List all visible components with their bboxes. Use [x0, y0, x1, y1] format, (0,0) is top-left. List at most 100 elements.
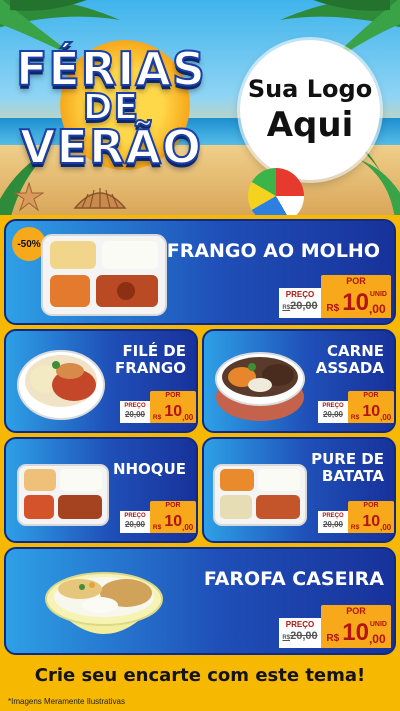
- food-tray-image: [17, 464, 109, 526]
- new-price-box: R$ 10,00 UNID: [321, 288, 391, 318]
- old-price: 20,00: [318, 521, 348, 529]
- currency: R$: [152, 413, 162, 421]
- title-line-3: VERÃO: [19, 120, 203, 174]
- old-price-value: 20,00: [290, 630, 318, 642]
- old-price: 20,00: [120, 411, 150, 419]
- hero-banner: FÉRIAS DE VERÃO Sua Logo Aqui: [0, 0, 400, 215]
- old-price-value: 20,00: [124, 520, 146, 529]
- currency: R$: [350, 413, 360, 421]
- price-cents: ,00: [380, 412, 392, 422]
- product-name: FAROFA CASEIRA: [203, 568, 384, 590]
- product-name-line-2: FRANGO: [114, 359, 186, 378]
- product-name: FILÉ DE FRANGO: [114, 342, 186, 378]
- old-price: 20,00: [120, 521, 150, 529]
- product-card-file-de-frango[interactable]: FILÉ DE FRANGO POR PREÇO 20,00 R$ 10,00: [4, 329, 198, 433]
- food-bowl-image: [45, 572, 163, 634]
- new-price-box: R$ 10,00: [348, 401, 394, 423]
- product-card-farofa-caseira[interactable]: FAROFA CASEIRA POR PREÇO R$20,00 R$ 10,00…: [4, 547, 396, 655]
- old-price-value: 20,00: [322, 520, 344, 529]
- price-integer: 10: [362, 403, 381, 420]
- old-price-value: 20,00: [322, 410, 344, 419]
- product-card-frango-ao-molho[interactable]: -50% FRANGO AO MOLHO POR PREÇO R$20,00 R…: [4, 219, 396, 325]
- price-integer: 10: [342, 619, 369, 646]
- price-integer: 10: [342, 289, 369, 316]
- product-name: FRANGO AO MOLHO: [166, 240, 380, 262]
- old-price: R$20,00: [279, 631, 321, 642]
- preco-label: PREÇO: [285, 290, 315, 299]
- old-price: R$20,00: [279, 301, 321, 312]
- product-name-line-1: CARNE: [327, 342, 384, 360]
- old-price-box: PREÇO R$20,00: [279, 288, 321, 318]
- new-price-box: R$ 10,00: [150, 511, 196, 533]
- title-line-1: FÉRIAS: [15, 42, 207, 96]
- old-price-box: PREÇO R$20,00: [279, 618, 321, 648]
- unit-label: UNID: [369, 291, 387, 298]
- preco-label: PREÇO: [124, 403, 146, 409]
- price-tag: POR PREÇO 20,00 R$ 10,00: [318, 391, 394, 425]
- currency: R$: [326, 303, 340, 315]
- old-price-value: 20,00: [124, 410, 146, 419]
- food-bowl-image: [215, 352, 305, 421]
- starfish-icon: [14, 182, 44, 212]
- old-currency: R$: [282, 635, 291, 641]
- por-label: POR: [150, 391, 196, 401]
- por-label: POR: [150, 501, 196, 511]
- old-currency: R$: [282, 305, 291, 311]
- logo-placeholder[interactable]: Sua Logo Aqui: [240, 40, 380, 180]
- por-label: POR: [321, 605, 391, 618]
- beach-ball-icon: [248, 168, 304, 215]
- por-label: POR: [348, 501, 394, 511]
- currency: R$: [152, 523, 162, 531]
- price-integer: 10: [164, 403, 183, 420]
- product-card-nhoque[interactable]: NHOQUE POR PREÇO 20,00 R$ 10,00: [4, 437, 198, 543]
- product-name: CARNE ASSADA: [315, 342, 384, 378]
- currency: R$: [350, 523, 360, 531]
- price-tag: POR PREÇO 20,00 R$ 10,00: [120, 391, 196, 425]
- new-price-box: R$ 10,00: [348, 511, 394, 533]
- old-price-box: PREÇO 20,00: [318, 401, 348, 423]
- por-label: POR: [348, 391, 394, 401]
- new-price-box: R$ 10,00: [150, 401, 196, 423]
- price-cents: ,00: [182, 522, 194, 532]
- new-price-box: R$ 10,00 UNID: [321, 618, 391, 648]
- preco-label: PREÇO: [124, 513, 146, 519]
- preco-label: PREÇO: [322, 403, 344, 409]
- disclaimer-text: *Imagens Meramente Ilustrativas: [8, 697, 125, 706]
- old-price: 20,00: [318, 411, 348, 419]
- old-price-box: PREÇO 20,00: [120, 511, 150, 533]
- product-card-carne-assada[interactable]: CARNE ASSADA POR PREÇO 20,00 R$ 10,00: [202, 329, 396, 433]
- por-label: POR: [321, 275, 391, 288]
- price-tag: POR PREÇO 20,00 R$ 10,00: [120, 501, 196, 535]
- product-name-line-2: BATATA: [321, 467, 384, 486]
- price-tag: POR PREÇO R$20,00 R$ 10,00 UNID: [279, 605, 391, 651]
- unit-label: UNID: [369, 621, 387, 628]
- price-tag: POR PREÇO 20,00 R$ 10,00: [318, 501, 394, 535]
- seashell-icon: [73, 188, 127, 209]
- old-price-value: 20,00: [290, 300, 318, 312]
- old-price-box: PREÇO 20,00: [318, 511, 348, 533]
- currency: R$: [326, 633, 340, 645]
- price-integer: 10: [362, 513, 381, 530]
- call-to-action-text: Crie seu encarte com este tema!: [34, 665, 366, 686]
- food-tray-image: [41, 234, 167, 316]
- logo-text-line-2: Aqui: [266, 105, 354, 145]
- product-name-line-1: PURE DE: [311, 450, 384, 468]
- product-name-line-2: ASSADA: [315, 359, 384, 378]
- old-price-box: PREÇO 20,00: [120, 401, 150, 423]
- product-name: PURE DE BATATA: [311, 450, 384, 486]
- price-cents: ,00: [368, 631, 386, 646]
- price-cents: ,00: [380, 522, 392, 532]
- preco-label: PREÇO: [322, 513, 344, 519]
- food-plate-image: [17, 350, 105, 420]
- price-cents: ,00: [368, 301, 386, 316]
- logo-text-line-1: Sua Logo: [247, 75, 373, 103]
- promo-title: FÉRIAS DE VERÃO: [6, 42, 216, 174]
- food-tray-image: [213, 464, 307, 526]
- preco-label: PREÇO: [285, 620, 315, 629]
- product-card-pure-de-batata[interactable]: PURE DE BATATA POR PREÇO 20,00 R$ 10,00: [202, 437, 396, 543]
- product-name-line-1: FILÉ DE: [122, 342, 186, 360]
- price-cents: ,00: [182, 412, 194, 422]
- price-integer: 10: [164, 513, 183, 530]
- product-name: NHOQUE: [112, 460, 186, 478]
- price-tag: POR PREÇO R$20,00 R$ 10,00 UNID: [279, 275, 391, 321]
